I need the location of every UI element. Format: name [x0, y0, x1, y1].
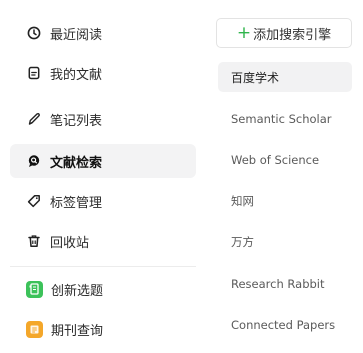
search-bubble-icon	[26, 153, 42, 169]
document-icon	[26, 65, 42, 81]
sidebar-item-recycle-bin[interactable]: 回收站	[10, 224, 196, 258]
app-root: 最近阅读 我的文献 笔记列表 文献检索 标签管理 回收站 创新选题 期刊查询 +…	[0, 0, 363, 353]
clock-icon	[26, 25, 42, 41]
search-engine-label: 百度学术	[231, 70, 280, 85]
search-engine-item-wanfang[interactable]: 万方	[218, 227, 352, 257]
add-search-engine-label: 添加搜索引擎	[253, 27, 332, 43]
sidebar-item-label: 期刊查询	[51, 323, 104, 339]
sidebar-divider	[10, 266, 196, 267]
search-engine-item-cnki[interactable]: 知网	[218, 186, 352, 216]
trash-icon	[26, 233, 42, 249]
search-engine-label: Semantic Scholar	[231, 112, 332, 126]
sidebar-item-notes[interactable]: 笔记列表	[10, 102, 196, 136]
sidebar-item-innovation-topic[interactable]: 创新选题	[10, 272, 196, 306]
sidebar-item-label: 标签管理	[50, 195, 103, 211]
add-search-engine-button[interactable]: + 添加搜索引擎	[216, 18, 352, 48]
search-engine-item-baidu-scholar[interactable]: 百度学术	[218, 62, 352, 92]
sidebar-item-tag-management[interactable]: 标签管理	[10, 184, 196, 218]
sidebar-item-label: 笔记列表	[50, 113, 103, 129]
search-engine-label: Web of Science	[231, 153, 320, 167]
search-engine-panel: + 添加搜索引擎 百度学术 Semantic Scholar Web of Sc…	[212, 0, 363, 353]
sidebar-item-literature-search[interactable]: 文献检索	[10, 144, 196, 178]
search-engine-label: Research Rabbit	[231, 277, 325, 291]
sidebar-item-label: 我的文献	[50, 67, 103, 83]
journal-query-icon	[26, 320, 43, 338]
sidebar-item-my-documents[interactable]: 我的文献	[10, 56, 196, 90]
search-engine-item-web-of-science[interactable]: Web of Science	[218, 145, 352, 175]
sidebar-item-recent-reading[interactable]: 最近阅读	[10, 16, 196, 50]
search-engine-label: 万方	[231, 235, 254, 249]
sidebar-item-label: 创新选题	[51, 283, 104, 299]
sidebar-item-label: 回收站	[50, 235, 90, 251]
search-engine-item-semantic-scholar[interactable]: Semantic Scholar	[218, 104, 352, 134]
tag-icon	[26, 193, 42, 209]
sidebar: 最近阅读 我的文献 笔记列表 文献检索 标签管理 回收站 创新选题 期刊查询	[10, 16, 196, 353]
plus-icon: +	[236, 22, 252, 43]
sidebar-item-journal-query[interactable]: 期刊查询	[10, 312, 196, 346]
sidebar-item-label: 文献检索	[50, 155, 103, 171]
pen-icon	[26, 111, 42, 127]
innovation-topic-icon	[26, 280, 43, 298]
search-engine-item-research-rabbit[interactable]: Research Rabbit	[218, 269, 352, 299]
search-engine-label: 知网	[231, 194, 254, 208]
search-engine-label: Connected Papers	[231, 318, 336, 332]
search-engine-item-connected-papers[interactable]: Connected Papers	[218, 310, 352, 340]
sidebar-item-label: 最近阅读	[50, 27, 103, 43]
